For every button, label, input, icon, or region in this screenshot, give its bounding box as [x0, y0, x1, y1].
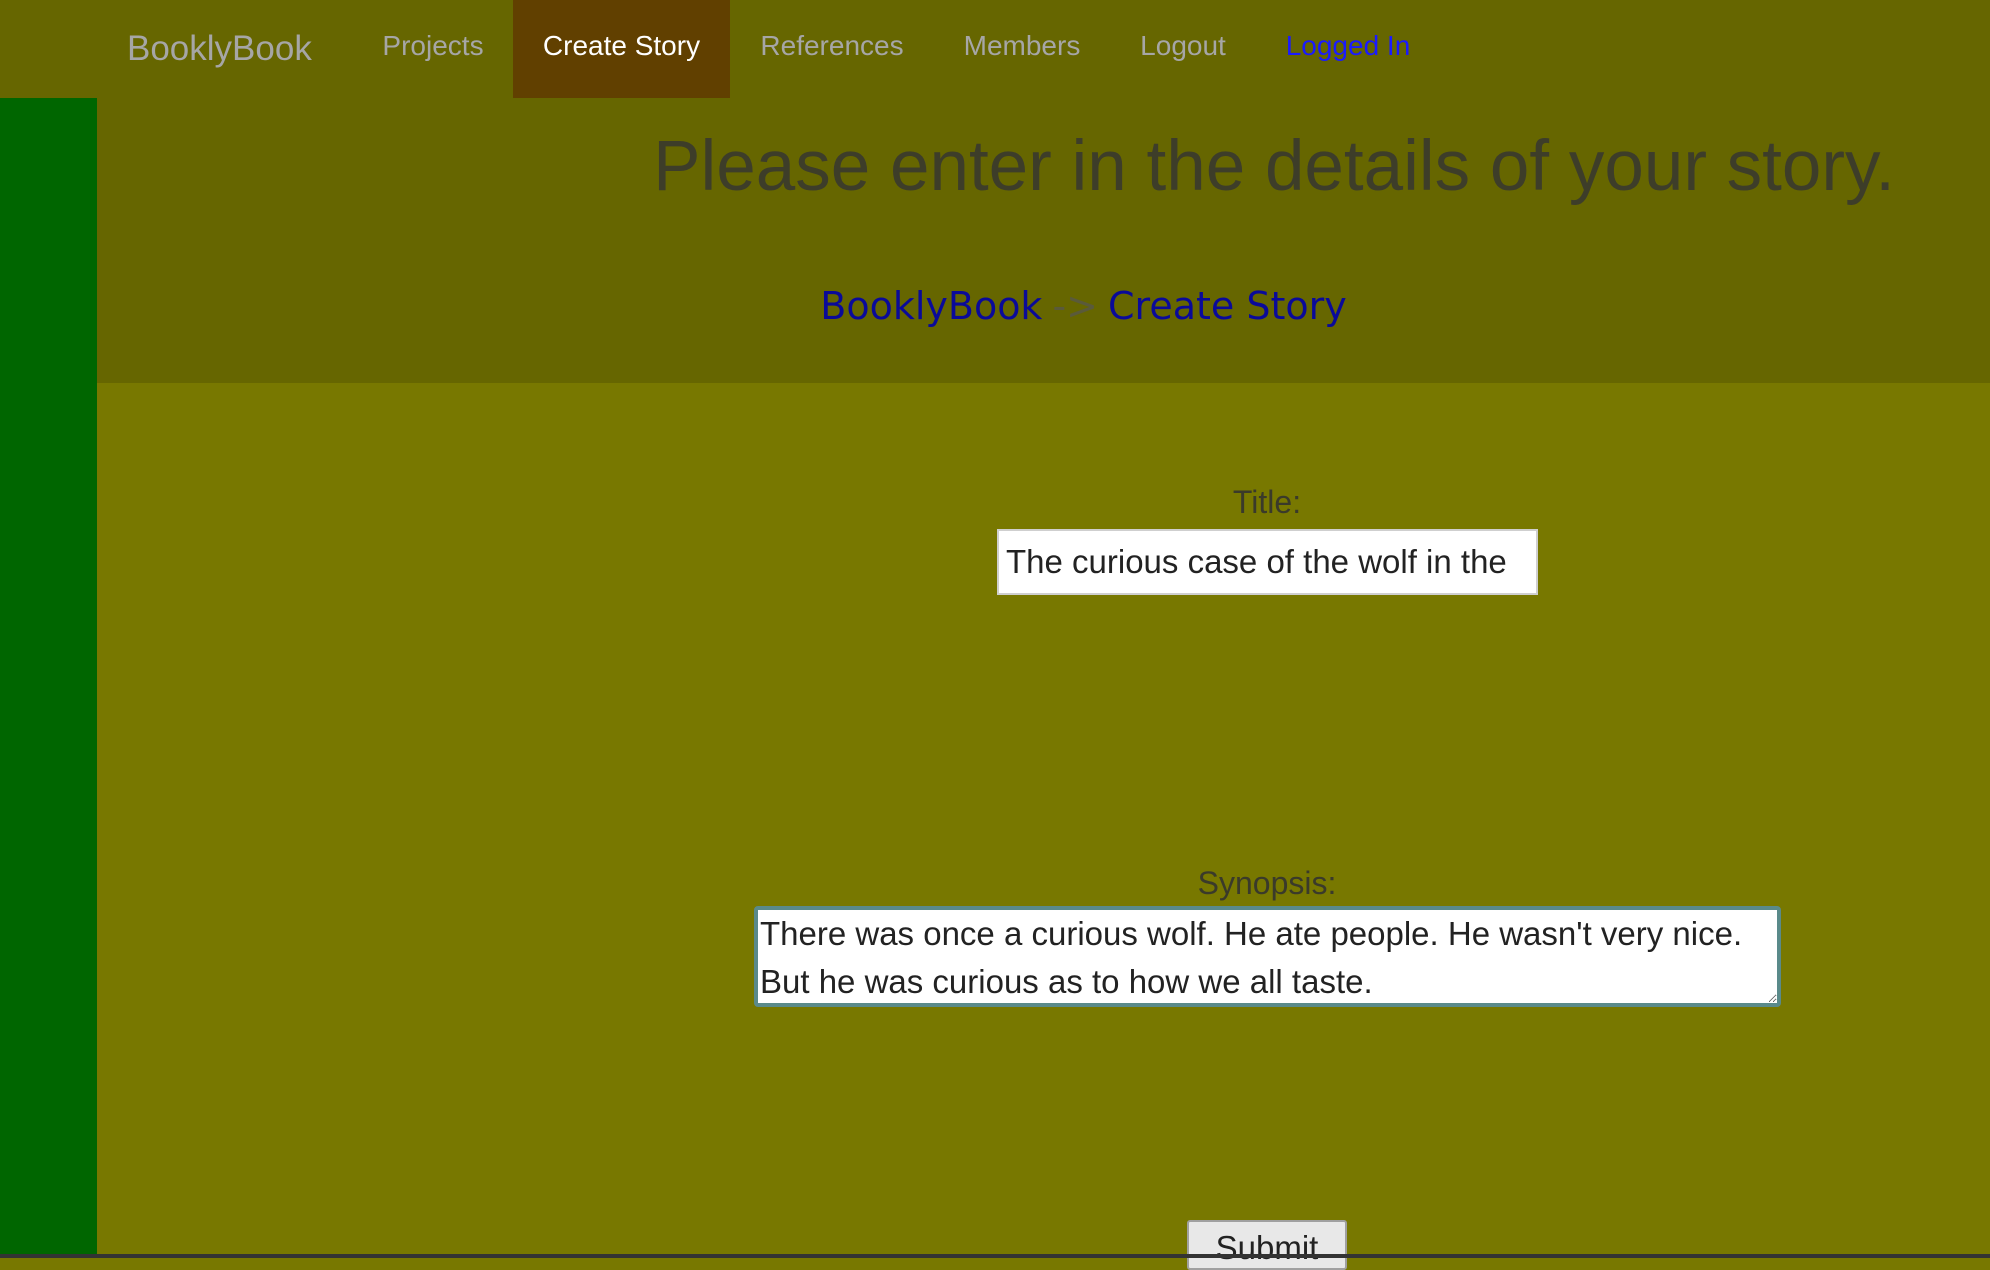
top-navbar: BooklyBook Projects Create Story Referen…: [0, 0, 1990, 98]
title-input[interactable]: [997, 529, 1538, 595]
nav-projects[interactable]: Projects: [361, 0, 505, 98]
nav-references[interactable]: References: [741, 0, 923, 98]
brand-link[interactable]: BooklyBook: [127, 0, 312, 98]
window-bottom-edge: [0, 1254, 1990, 1258]
nav-logged-in[interactable]: Logged In: [1271, 0, 1425, 98]
synopsis-label: Synopsis:: [1197, 865, 1337, 901]
nav-logout[interactable]: Logout: [1122, 0, 1244, 98]
breadcrumb-home-link[interactable]: BooklyBook: [820, 284, 1042, 328]
page-header: Please enter in the details of your stor…: [97, 98, 1990, 383]
submit-button[interactable]: Submit: [1187, 1220, 1347, 1270]
breadcrumb-current-link[interactable]: Create Story: [1108, 284, 1347, 328]
left-sidebar: [0, 98, 97, 1258]
title-label: Title:: [1232, 484, 1302, 520]
page-title: Please enter in the details of your stor…: [653, 127, 1895, 206]
breadcrumb-separator: ->: [1052, 284, 1099, 328]
breadcrumb: BooklyBook -> Create Story: [97, 284, 1990, 328]
nav-members[interactable]: Members: [946, 0, 1098, 98]
nav-create-story[interactable]: Create Story: [513, 0, 730, 98]
synopsis-textarea[interactable]: There was once a curious wolf. He ate pe…: [754, 906, 1781, 1007]
